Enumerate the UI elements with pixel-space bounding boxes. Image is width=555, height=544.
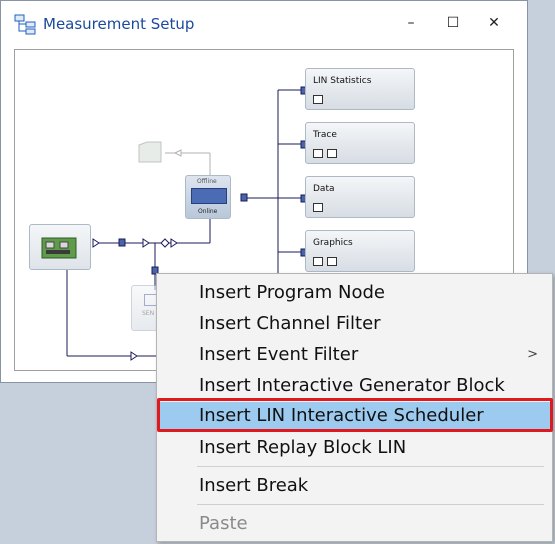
switch-offline-label: Offline xyxy=(197,178,217,185)
block-label: LIN Statistics xyxy=(313,76,372,86)
maximize-button[interactable]: ☐ xyxy=(441,11,465,35)
generator-label: SEN xyxy=(142,310,155,317)
switch-icon xyxy=(191,188,227,204)
close-button[interactable]: ✕ xyxy=(482,11,506,35)
log-icon xyxy=(327,257,337,266)
menu-item-label: Insert Replay Block LIN xyxy=(199,437,407,458)
menu-item-insert-break[interactable]: Insert Break xyxy=(159,472,550,500)
switch-online-label: Online xyxy=(198,208,218,215)
menu-separator xyxy=(197,504,544,505)
submenu-arrow-icon: > xyxy=(527,347,538,362)
graphics-icon xyxy=(313,257,323,266)
menu-item-paste: Paste xyxy=(159,510,550,538)
menu-item-insert-replay-block-lin[interactable]: Insert Replay Block LIN xyxy=(159,434,550,462)
online-offline-switch[interactable]: Offline Online xyxy=(185,175,231,219)
menu-item-insert-channel-filter[interactable]: Insert Channel Filter xyxy=(159,310,550,338)
menu-item-label: Paste xyxy=(199,513,248,534)
menu-item-label: Insert Channel Filter xyxy=(199,313,381,334)
block-data[interactable]: Data xyxy=(305,176,415,218)
trace-icon xyxy=(313,149,323,158)
block-label: Trace xyxy=(313,130,337,140)
menu-item-label: Insert Event Filter xyxy=(199,344,359,365)
menu-separator xyxy=(197,466,544,467)
data-icon xyxy=(313,203,323,212)
measurement-setup-icon xyxy=(14,14,36,35)
window-title: Measurement Setup xyxy=(43,15,195,33)
menu-item-label: Insert Program Node xyxy=(199,282,385,303)
title-bar: Measurement Setup – ☐ ✕ xyxy=(1,1,527,45)
selection-highlight-box xyxy=(157,398,553,432)
block-trace[interactable]: Trace xyxy=(305,122,415,164)
statistics-icon xyxy=(313,95,323,104)
folder-icon xyxy=(138,141,162,163)
menu-item-insert-event-filter[interactable]: Insert Event Filter > xyxy=(159,341,550,369)
menu-item-insert-program-node[interactable]: Insert Program Node xyxy=(159,279,550,307)
minimize-icon: – xyxy=(407,15,415,31)
close-icon: ✕ xyxy=(488,15,500,31)
block-graphics[interactable]: Graphics xyxy=(305,230,415,272)
log-icon xyxy=(327,149,337,158)
interface-hardware-block[interactable] xyxy=(29,224,91,270)
block-lin-statistics[interactable]: LIN Statistics xyxy=(305,68,415,110)
block-label: Graphics xyxy=(313,238,353,248)
menu-item-label: Insert Interactive Generator Block xyxy=(199,375,505,396)
hardware-card-icon xyxy=(41,237,77,259)
minimize-button[interactable]: – xyxy=(399,11,423,35)
menu-item-label: Insert Break xyxy=(199,475,309,496)
block-label: Data xyxy=(313,184,335,194)
menu-item-insert-interactive-generator-block[interactable]: Insert Interactive Generator Block xyxy=(159,372,550,400)
maximize-icon: ☐ xyxy=(446,15,460,31)
